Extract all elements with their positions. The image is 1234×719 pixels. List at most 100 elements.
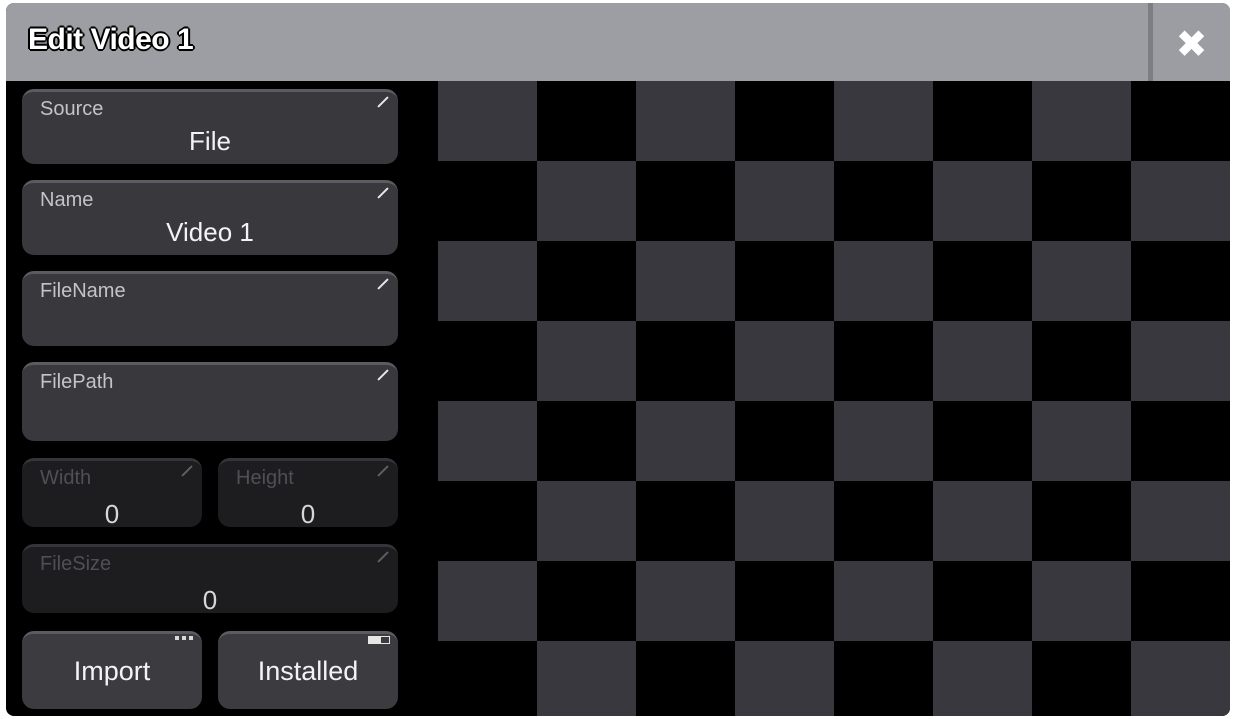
checker-cell xyxy=(438,241,537,321)
toggle-icon xyxy=(368,636,390,644)
checker-cell xyxy=(636,561,735,641)
checker-cell xyxy=(1131,401,1230,481)
edit-corner-icon xyxy=(377,277,391,291)
checker-cell xyxy=(933,561,1032,641)
import-button[interactable]: Import xyxy=(22,631,202,709)
checker-cell xyxy=(735,161,834,241)
checker-cell xyxy=(933,161,1032,241)
edit-corner-icon xyxy=(377,550,391,564)
checker-cell xyxy=(1131,161,1230,241)
checker-cell xyxy=(834,481,933,561)
edit-corner-icon xyxy=(181,464,195,478)
checker-cell xyxy=(438,641,537,716)
checker-cell xyxy=(438,401,537,481)
checker-cell xyxy=(537,401,636,481)
checker-cell xyxy=(933,81,1032,161)
name-value: Video 1 xyxy=(166,217,254,247)
checker-cell xyxy=(735,241,834,321)
title-bar: Edit Video 1 xyxy=(6,3,1230,81)
checker-cell xyxy=(438,321,537,401)
checker-cell xyxy=(1131,561,1230,641)
width-field[interactable]: Width 0 xyxy=(22,458,202,529)
checker-cell xyxy=(636,641,735,716)
edit-corner-icon xyxy=(377,95,391,109)
edit-corner-icon xyxy=(377,368,391,382)
checker-cell xyxy=(1032,561,1131,641)
checker-cell xyxy=(1131,81,1230,161)
checker-cell xyxy=(636,241,735,321)
checker-cell xyxy=(1032,161,1131,241)
name-label: Name xyxy=(40,189,94,211)
checker-cell xyxy=(636,481,735,561)
video-preview-area xyxy=(438,81,1230,716)
installed-button[interactable]: Installed xyxy=(218,631,398,709)
filesize-value: 0 xyxy=(202,585,218,615)
checker-cell xyxy=(834,401,933,481)
checker-cell xyxy=(1032,401,1131,481)
filesize-label: FileSize xyxy=(40,553,112,575)
checker-cell xyxy=(933,481,1032,561)
checker-cell xyxy=(834,241,933,321)
checker-cell xyxy=(537,561,636,641)
source-value: File xyxy=(189,126,231,156)
close-button[interactable]: ✖ xyxy=(1148,3,1230,89)
more-dots-icon xyxy=(175,636,193,640)
checker-cell xyxy=(636,81,735,161)
width-value: 0 xyxy=(104,499,120,529)
edit-corner-icon xyxy=(377,464,391,478)
checker-cell xyxy=(537,321,636,401)
checker-cell xyxy=(834,81,933,161)
name-field[interactable]: Name Video 1 xyxy=(22,180,398,255)
checker-cell xyxy=(933,641,1032,716)
filepath-label: FilePath xyxy=(40,371,114,393)
checker-cell xyxy=(438,161,537,241)
checker-cell xyxy=(834,641,933,716)
source-label: Source xyxy=(40,98,104,120)
checker-cell xyxy=(735,641,834,716)
filename-label: FileName xyxy=(40,280,126,302)
checker-cell xyxy=(1032,241,1131,321)
filepath-field[interactable]: FilePath xyxy=(22,362,398,441)
height-value: 0 xyxy=(300,499,316,529)
edit-corner-icon xyxy=(377,186,391,200)
checker-cell xyxy=(1032,641,1131,716)
checker-cell xyxy=(537,81,636,161)
checker-cell xyxy=(636,401,735,481)
edit-video-dialog: Edit Video 1 ✖ Source File Name Video 1 … xyxy=(6,3,1230,716)
checker-cell xyxy=(735,561,834,641)
checker-cell xyxy=(537,161,636,241)
checker-cell xyxy=(636,161,735,241)
checker-cell xyxy=(438,481,537,561)
installed-button-label: Installed xyxy=(257,656,359,686)
width-label: Width xyxy=(40,467,92,489)
checker-cell xyxy=(834,561,933,641)
import-button-label: Import xyxy=(73,656,151,686)
checker-cell xyxy=(933,321,1032,401)
checker-cell xyxy=(933,241,1032,321)
source-field[interactable]: Source File xyxy=(22,89,398,164)
checker-cell xyxy=(1131,481,1230,561)
checker-cell xyxy=(438,561,537,641)
checker-cell xyxy=(735,401,834,481)
checker-cell xyxy=(438,81,537,161)
checker-cell xyxy=(735,481,834,561)
checker-cell xyxy=(1032,81,1131,161)
filename-field[interactable]: FileName xyxy=(22,271,398,346)
checker-cell xyxy=(933,401,1032,481)
height-label: Height xyxy=(236,467,294,489)
dialog-title: Edit Video 1 xyxy=(28,23,194,56)
filesize-field[interactable]: FileSize 0 xyxy=(22,544,398,615)
checker-cell xyxy=(537,241,636,321)
checker-cell xyxy=(1032,321,1131,401)
checker-cell xyxy=(636,321,735,401)
checker-cell xyxy=(834,321,933,401)
checker-cell xyxy=(735,81,834,161)
checker-cell xyxy=(537,481,636,561)
close-icon: ✖ xyxy=(1175,23,1208,66)
checker-cell xyxy=(1131,641,1230,716)
checker-cell xyxy=(735,321,834,401)
checker-cell xyxy=(537,641,636,716)
checker-cell xyxy=(1131,321,1230,401)
height-field[interactable]: Height 0 xyxy=(218,458,398,529)
checker-cell xyxy=(1131,241,1230,321)
